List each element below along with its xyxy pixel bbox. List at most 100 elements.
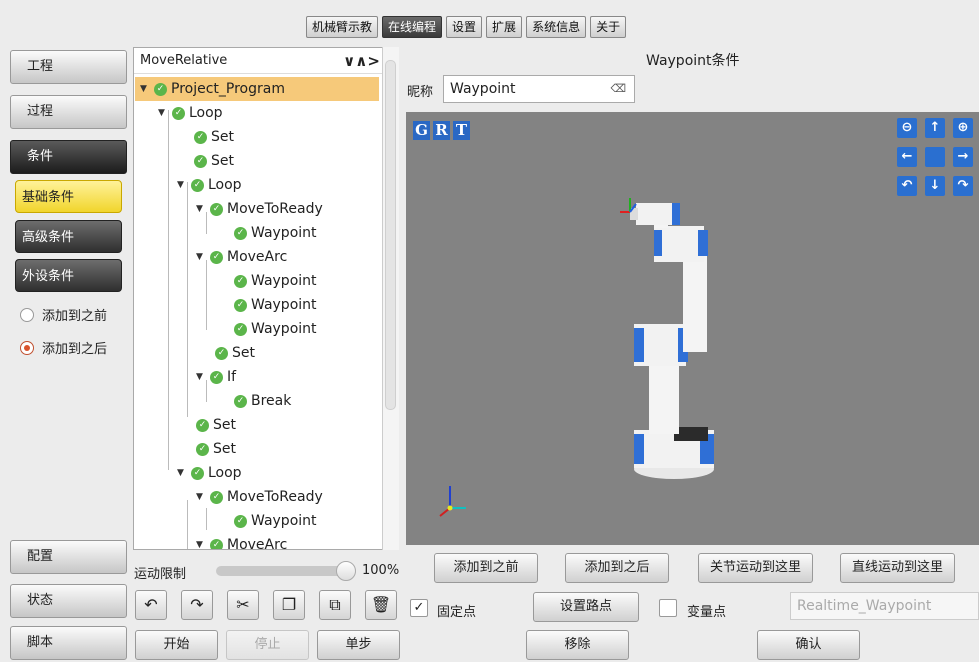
- set-waypoint-button[interactable]: 设置路点: [533, 592, 639, 622]
- redo-icon[interactable]: ↷: [181, 590, 213, 620]
- check-icon: ✓: [210, 250, 223, 264]
- tree-header: MoveRelative ∨∧>: [134, 48, 398, 74]
- check-icon: ✓: [196, 418, 209, 432]
- expand-triangle-icon: ▼: [177, 180, 184, 190]
- start-button[interactable]: 开始: [135, 630, 218, 660]
- add-before-radio-label: 添加到之前: [42, 309, 108, 324]
- tab-system-info[interactable]: 系统信息: [526, 16, 587, 38]
- rotate-right-icon[interactable]: ↷: [953, 176, 973, 196]
- tree-node[interactable]: ▼ ✓ MoveToReady: [196, 197, 323, 221]
- tab-extensions[interactable]: 扩展: [486, 16, 523, 38]
- expand-triangle-icon: ▼: [196, 540, 203, 550]
- view-t-button[interactable]: T: [453, 121, 470, 140]
- tree-node[interactable]: ▼ ✓ Loop: [177, 173, 242, 197]
- tree-node[interactable]: ✓ Waypoint: [234, 317, 317, 341]
- tree-node[interactable]: ✓ Waypoint: [234, 293, 317, 317]
- tree-node[interactable]: ▼ ✓ Loop: [158, 101, 223, 125]
- check-icon: ✓: [234, 322, 247, 336]
- check-icon: ✓: [196, 442, 209, 456]
- cut-icon[interactable]: ✂: [227, 590, 259, 620]
- remove-button[interactable]: 移除: [526, 630, 629, 660]
- check-icon: ✓: [215, 346, 228, 360]
- nav-project-button[interactable]: 工程: [10, 50, 127, 84]
- tree-nav-arrows[interactable]: ∨∧>: [343, 52, 380, 70]
- paste-icon[interactable]: ⧉: [319, 590, 351, 620]
- tree-node[interactable]: ✓ Set: [196, 413, 236, 437]
- tree-node[interactable]: ▼ ✓ MoveArc: [196, 533, 287, 550]
- view-g-button[interactable]: G: [413, 121, 430, 140]
- nav-condition-button[interactable]: 条件: [10, 140, 127, 174]
- add-after-button[interactable]: 添加到之后: [565, 553, 669, 583]
- tree-node[interactable]: ✓ Waypoint: [234, 269, 317, 293]
- delete-icon[interactable]: 🗑: [365, 590, 397, 620]
- tree-node-label: Waypoint: [251, 225, 317, 241]
- tree-node-label: Set: [232, 345, 255, 361]
- tree-header-label: MoveRelative: [140, 53, 228, 68]
- tree-node[interactable]: ▼ ✓ MoveArc: [196, 245, 287, 269]
- arrow-left-icon[interactable]: ←: [897, 147, 917, 167]
- motion-limit-slider-handle[interactable]: [336, 561, 356, 581]
- joint-move-here-button[interactable]: 关节运动到这里: [698, 553, 813, 583]
- add-before-button[interactable]: 添加到之前: [434, 553, 538, 583]
- expand-triangle-icon: ▼: [177, 468, 184, 478]
- tree-node[interactable]: ✓ Set: [196, 437, 236, 461]
- tree-node[interactable]: ✓ Set: [194, 125, 234, 149]
- variable-point-checkbox[interactable]: [659, 599, 677, 617]
- tree-node[interactable]: ✓ Waypoint: [234, 221, 317, 245]
- clear-icon[interactable]: ⌫: [610, 76, 626, 102]
- top-tab-bar: 机械臂示教 在线编程 设置 扩展 系统信息 关于: [306, 16, 627, 38]
- tree-node[interactable]: ✓ Waypoint: [234, 509, 317, 533]
- tab-arm-teach[interactable]: 机械臂示教: [306, 16, 379, 38]
- zoom-out-icon[interactable]: ⊖: [897, 118, 917, 138]
- tree-node-label: Waypoint: [251, 297, 317, 313]
- arrow-up-icon[interactable]: ↑: [925, 118, 945, 138]
- nav-script-button[interactable]: 脚本: [10, 626, 127, 660]
- robot-3d-viewer[interactable]: [406, 112, 979, 545]
- step-button[interactable]: 单步: [317, 630, 400, 660]
- tree-node[interactable]: ✓ Set: [215, 341, 255, 365]
- stop-button[interactable]: 停止: [226, 630, 309, 660]
- tab-settings[interactable]: 设置: [446, 16, 483, 38]
- radio-on-icon: [20, 340, 34, 355]
- add-after-radio[interactable]: 添加到之后: [20, 338, 107, 357]
- tree-node[interactable]: ▼ ✓ Loop: [177, 461, 242, 485]
- basic-condition-button[interactable]: 基础条件: [15, 180, 122, 213]
- view-r-button[interactable]: R: [433, 121, 450, 140]
- arrow-down-icon[interactable]: ↓: [925, 176, 945, 196]
- tree-node-label: Loop: [189, 105, 223, 121]
- advanced-condition-button[interactable]: 高级条件: [15, 220, 122, 253]
- undo-icon[interactable]: ↶: [135, 590, 167, 620]
- copy-icon[interactable]: ❐: [273, 590, 305, 620]
- expand-triangle-icon: ▼: [196, 372, 203, 382]
- tab-about[interactable]: 关于: [590, 16, 627, 38]
- tree-node[interactable]: ▼ ✓ MoveToReady: [196, 485, 323, 509]
- tree-node[interactable]: ▼ ✓ Project_Program: [135, 77, 379, 101]
- tab-online-programming[interactable]: 在线编程: [382, 16, 443, 38]
- variable-waypoint-select[interactable]: Realtime_Waypoint: [790, 592, 979, 620]
- nav-config-button[interactable]: 配置: [10, 540, 127, 574]
- peripheral-condition-button[interactable]: 外设条件: [15, 259, 122, 292]
- center-view-icon[interactable]: [925, 147, 945, 167]
- rotate-left-icon[interactable]: ↶: [897, 176, 917, 196]
- tree-node[interactable]: ✓ Break: [234, 389, 291, 413]
- nickname-input[interactable]: Waypoint ⌫: [443, 75, 635, 103]
- tree-node[interactable]: ✓ Set: [194, 149, 234, 173]
- tree-node[interactable]: ▼ ✓ If: [196, 365, 236, 389]
- nav-process-button[interactable]: 过程: [10, 95, 127, 129]
- zoom-in-icon[interactable]: ⊕: [953, 118, 973, 138]
- fixed-point-checkbox[interactable]: ✓: [410, 599, 428, 617]
- tree-node-label: Break: [251, 393, 292, 409]
- linear-move-here-button[interactable]: 直线运动到这里: [840, 553, 955, 583]
- nav-status-button[interactable]: 状态: [10, 584, 127, 618]
- confirm-button[interactable]: 确认: [757, 630, 860, 660]
- check-icon: ✓: [191, 466, 204, 480]
- add-before-radio[interactable]: 添加到之前: [20, 305, 107, 324]
- arrow-right-icon[interactable]: →: [953, 147, 973, 167]
- tree-node-label: Set: [211, 129, 234, 145]
- tree-scrollbar-thumb[interactable]: [385, 60, 396, 410]
- program-tree[interactable]: MoveRelative ∨∧> ▼ ✓ Project_Program ▼ ✓ Loo…: [133, 47, 399, 550]
- variable-point-label: 变量点: [687, 605, 727, 620]
- motion-limit-slider[interactable]: [216, 566, 356, 576]
- tree-node-label: Loop: [208, 465, 242, 481]
- tree-guide: [206, 260, 207, 330]
